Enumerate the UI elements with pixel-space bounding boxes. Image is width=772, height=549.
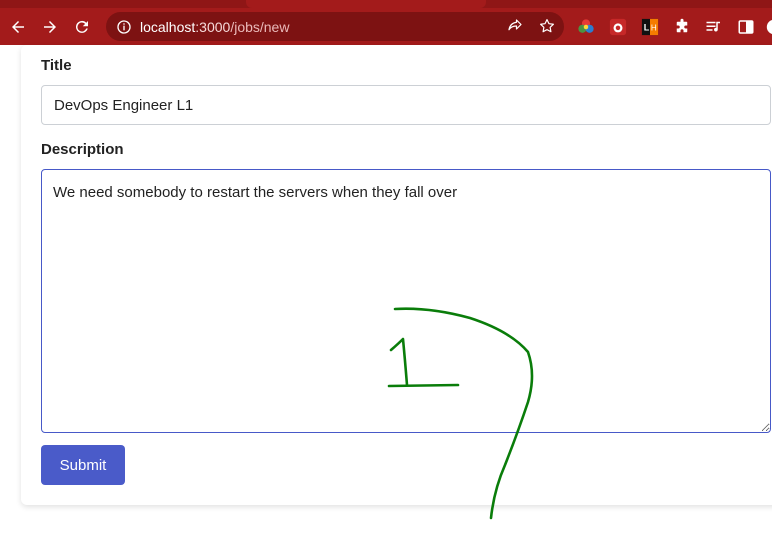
- title-input[interactable]: [41, 85, 771, 125]
- url-path: /jobs/new: [230, 18, 290, 35]
- description-label: Description: [41, 141, 124, 158]
- address-bar[interactable]: localhost:3000/jobs/new: [106, 12, 564, 41]
- bookmark-star-icon[interactable]: [538, 17, 556, 35]
- svg-text:L: L: [644, 23, 650, 33]
- description-textarea[interactable]: We need somebody to restart the servers …: [41, 169, 771, 433]
- svg-text:H: H: [651, 24, 657, 33]
- back-arrow-icon: [12, 20, 24, 33]
- url-host: localhost: [140, 18, 196, 35]
- reload-icon: [75, 20, 88, 33]
- reload-button[interactable]: [66, 11, 98, 43]
- puzzle-icon[interactable]: [672, 17, 692, 37]
- url-text[interactable]: localhost:3000/jobs/new: [140, 19, 289, 35]
- active-tab[interactable]: [246, 0, 486, 8]
- submit-button[interactable]: Submit: [41, 445, 125, 485]
- lighthouse-icon[interactable]: LH: [640, 17, 660, 37]
- color-picker-icon[interactable]: [576, 17, 596, 37]
- red-extension-icon[interactable]: [608, 17, 628, 37]
- tab-strip: [0, 0, 772, 8]
- url-port: :3000: [195, 18, 231, 35]
- sidebar-icon[interactable]: [736, 17, 756, 37]
- site-info-icon[interactable]: [116, 19, 132, 35]
- job-form-card: Title Description We need somebody to re…: [21, 45, 772, 505]
- browser-toolbar: localhost:3000/jobs/new LH: [0, 8, 772, 45]
- share-icon[interactable]: [506, 17, 524, 35]
- back-button[interactable]: [2, 11, 34, 43]
- profile-avatar[interactable]: [764, 17, 772, 37]
- forward-arrow-icon: [44, 20, 56, 33]
- forward-button[interactable]: [34, 11, 66, 43]
- title-label: Title: [41, 57, 72, 74]
- media-icon[interactable]: [704, 17, 724, 37]
